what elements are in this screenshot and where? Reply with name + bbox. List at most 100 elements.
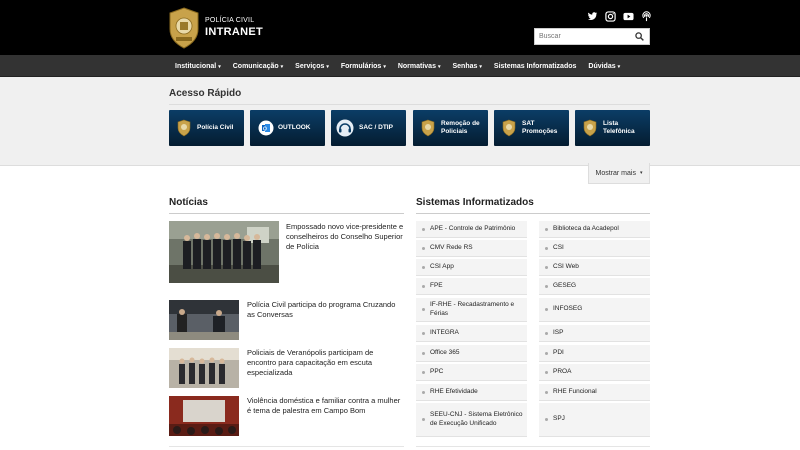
badge-icon xyxy=(502,119,516,137)
bullet-icon xyxy=(545,351,548,355)
nav-item-comunicacao[interactable]: Comunicação ▾ xyxy=(233,63,283,70)
bullet-icon xyxy=(422,308,425,311)
show-more-button[interactable]: Mostrar mais ▾ xyxy=(588,163,650,184)
bullet-icon xyxy=(545,265,548,269)
bullet-icon xyxy=(422,418,425,421)
quick-button-sat-promocoes[interactable]: SAT Promoções xyxy=(494,110,569,146)
svg-text:O: O xyxy=(263,126,267,132)
quick-button-label: SAC / DTIP xyxy=(359,123,393,131)
quick-access-title: Acesso Rápido xyxy=(169,88,242,99)
chevron-down-icon: ▾ xyxy=(326,63,329,70)
news-image[interactable] xyxy=(169,221,279,283)
system-link-csi[interactable]: CSI xyxy=(539,240,650,257)
news-headline[interactable]: Policiais de Veranópolis participam de e… xyxy=(247,348,404,377)
bullet-icon xyxy=(545,331,548,335)
system-link-csi-app[interactable]: CSI App xyxy=(416,259,527,276)
system-link-isp[interactable]: ISP xyxy=(539,325,650,342)
nav-item-institucional[interactable]: Institucional ▾ xyxy=(175,63,221,70)
nav-item-senhas[interactable]: Senhas ▾ xyxy=(453,63,482,70)
news-image[interactable] xyxy=(169,396,239,436)
podcast-icon[interactable] xyxy=(641,11,652,22)
headset-icon xyxy=(336,119,354,137)
quick-button-label: Polícia Civil xyxy=(197,123,234,131)
bullet-icon xyxy=(545,418,548,421)
news-title: Notícias xyxy=(169,197,208,208)
bullet-icon xyxy=(422,370,425,374)
quick-button-label: OUTLOOK xyxy=(278,123,311,131)
brand-small-label: POLÍCIA CIVIL xyxy=(205,17,255,24)
bullet-icon xyxy=(422,351,425,355)
instagram-icon[interactable] xyxy=(605,11,616,22)
search-icon[interactable] xyxy=(635,32,644,41)
divider xyxy=(169,213,404,214)
chevron-down-icon: ▾ xyxy=(280,63,284,70)
divider xyxy=(169,104,650,105)
quick-button-policia-civil[interactable]: Polícia Civil xyxy=(169,110,244,146)
quick-access-section: Acesso Rápido Polícia Civil O OUTLOOK SA… xyxy=(0,77,800,166)
nav-item-formularios[interactable]: Formulários ▾ xyxy=(341,63,386,70)
system-link-geseg[interactable]: GESEG xyxy=(539,278,650,295)
system-link-if-rhe[interactable]: IF-RHE - Recadastramento e Férias xyxy=(416,298,527,322)
chevron-down-icon: ▾ xyxy=(617,63,621,70)
bullet-icon xyxy=(545,390,548,394)
search-input[interactable] xyxy=(535,29,631,44)
bullet-icon xyxy=(422,246,425,250)
quick-button-sac-dtip[interactable]: SAC / DTIP xyxy=(331,110,406,146)
bullet-icon xyxy=(545,308,548,311)
youtube-icon[interactable] xyxy=(623,11,634,22)
quick-button-label: Lista Telefônica xyxy=(603,119,635,135)
site-header: POLÍCIA CIVIL INTRANET xyxy=(0,0,800,55)
bullet-icon xyxy=(545,227,548,231)
system-link-csi-web[interactable]: CSI Web xyxy=(539,259,650,276)
news-headline[interactable]: Violência doméstica e familiar contra a … xyxy=(247,396,404,416)
bullet-icon xyxy=(545,284,548,288)
brand-big-label: INTRANET xyxy=(205,26,264,38)
system-link-rhe-funcional[interactable]: RHE Funcional xyxy=(539,384,650,401)
system-link-rhe-efetividade[interactable]: RHE Efetividade xyxy=(416,384,527,401)
divider xyxy=(416,446,650,447)
system-link-ape[interactable]: APE - Controle de Patrimônio xyxy=(416,221,527,238)
quick-button-outlook[interactable]: O OUTLOOK xyxy=(250,110,325,146)
chevron-down-icon: ▾ xyxy=(383,63,386,70)
nav-item-sistemas[interactable]: Sistemas Informatizados xyxy=(494,63,576,70)
badge-icon xyxy=(421,119,435,137)
bullet-icon xyxy=(545,246,548,250)
system-link-office365[interactable]: Office 365 xyxy=(416,345,527,362)
quick-button-label: Remoção de Policiais xyxy=(441,119,480,135)
badge-icon xyxy=(583,119,597,137)
bullet-icon xyxy=(545,370,548,374)
system-link-cmv[interactable]: CMV Rede RS xyxy=(416,240,527,257)
divider xyxy=(169,446,404,447)
quick-button-lista-telefonica[interactable]: Lista Telefônica xyxy=(575,110,650,146)
police-badge-logo[interactable] xyxy=(168,7,200,49)
chevron-down-icon: ▾ xyxy=(437,63,441,70)
social-links xyxy=(587,11,652,22)
system-link-ppc[interactable]: PPC xyxy=(416,364,527,381)
system-link-integra[interactable]: INTEGRA xyxy=(416,325,527,342)
badge-icon xyxy=(177,119,191,137)
twitter-icon[interactable] xyxy=(587,11,598,22)
bullet-icon xyxy=(422,227,425,231)
bullet-icon xyxy=(422,284,425,288)
news-headline[interactable]: Polícia Civil participa do programa Cruz… xyxy=(247,300,404,320)
bullet-icon xyxy=(422,331,425,335)
system-link-spj[interactable]: SPJ xyxy=(539,403,650,437)
system-link-pdi[interactable]: PDI xyxy=(539,345,650,362)
nav-item-servicos[interactable]: Serviços ▾ xyxy=(295,63,329,70)
nav-item-normativas[interactable]: Normativas ▾ xyxy=(398,63,441,70)
system-link-proa[interactable]: PROA xyxy=(539,364,650,381)
system-link-biblioteca[interactable]: Biblioteca da Acadepol xyxy=(539,221,650,238)
search-box xyxy=(534,28,650,45)
system-link-fpe[interactable]: FPE xyxy=(416,278,527,295)
system-link-infoseg[interactable]: INFOSEG xyxy=(539,298,650,322)
nav-item-duvidas[interactable]: Dúvidas ▾ xyxy=(588,63,620,70)
news-headline[interactable]: Empossado novo vice-presidente e conselh… xyxy=(286,222,404,251)
system-link-seeu-cnj[interactable]: SEEU-CNJ - Sistema Eletrônico de Execuçã… xyxy=(416,403,527,437)
bullet-icon xyxy=(422,390,425,394)
news-image[interactable] xyxy=(169,300,239,340)
brand-title[interactable]: POLÍCIA CIVIL INTRANET xyxy=(205,17,263,38)
news-image[interactable] xyxy=(169,348,239,388)
chevron-down-icon: ▾ xyxy=(479,63,482,70)
bullet-icon xyxy=(422,265,425,269)
quick-button-remocao-policiais[interactable]: Remoção de Policiais xyxy=(413,110,488,146)
